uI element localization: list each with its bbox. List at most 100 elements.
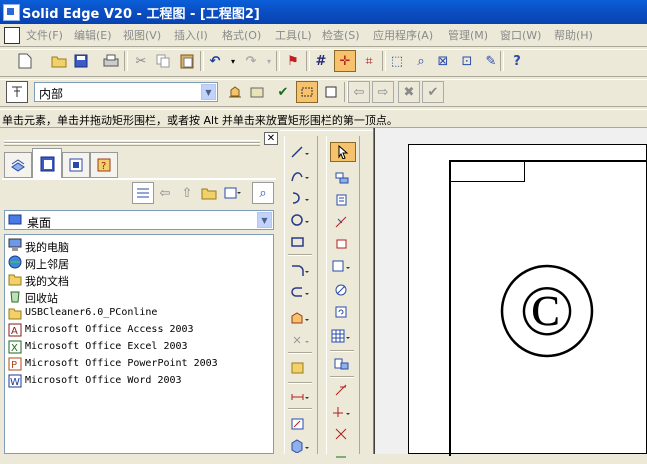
relationship-icon[interactable]: ⌗ xyxy=(358,50,380,72)
line-tool-icon[interactable] xyxy=(287,142,313,162)
menu-manage[interactable]: 管理(M) xyxy=(448,27,488,43)
rotate-tool-icon[interactable] xyxy=(329,302,355,322)
word-icon: W xyxy=(8,374,22,388)
rectangle-tool-icon[interactable] xyxy=(287,232,313,252)
select-overlap-icon[interactable] xyxy=(320,81,342,103)
menu-view[interactable]: 视图(V) xyxy=(123,27,161,43)
svg-text:A: A xyxy=(11,326,18,337)
table-tool-icon[interactable] xyxy=(329,326,355,346)
computer-icon xyxy=(8,238,22,252)
menu-insert[interactable]: 插入(I) xyxy=(174,27,208,43)
sheets-icon xyxy=(68,157,84,173)
document-icon[interactable] xyxy=(4,27,20,44)
dimension-tool-icon[interactable] xyxy=(287,386,313,406)
chevron-down-icon[interactable]: ▼ xyxy=(201,84,216,100)
open-icon[interactable] xyxy=(48,50,70,72)
hatch-tool-icon[interactable] xyxy=(287,358,313,378)
offset-tool-icon[interactable] xyxy=(287,282,313,302)
recycle-bin-icon xyxy=(8,289,22,303)
menu-help[interactable]: 帮助(H) xyxy=(554,27,593,43)
tab-layers[interactable] xyxy=(62,152,90,178)
weld-tool-icon[interactable] xyxy=(329,444,355,464)
trim-tool-icon[interactable] xyxy=(329,234,355,254)
select-tool-icon[interactable] xyxy=(330,142,356,162)
check-icon[interactable]: ✔ xyxy=(272,81,294,103)
views-menu-icon[interactable] xyxy=(222,182,244,204)
align-tool-icon[interactable] xyxy=(329,168,355,188)
tab-help[interactable]: ? xyxy=(90,152,118,178)
documents-icon xyxy=(8,272,22,286)
zoom-icon[interactable]: ⌕ xyxy=(410,50,432,72)
layer-combo[interactable]: 内部 ▼ xyxy=(34,82,218,102)
cut-icon[interactable]: ✂ xyxy=(130,50,152,72)
location-combo[interactable]: 桌面 ▼ xyxy=(4,210,274,230)
copyright-symbol: © xyxy=(499,263,595,359)
extend-tool-icon[interactable] xyxy=(329,256,355,276)
block-tool-icon[interactable] xyxy=(329,354,355,374)
tab-features[interactable] xyxy=(4,152,32,178)
text-tool-icon[interactable] xyxy=(287,414,313,434)
menu-applications[interactable]: 应用程序(A) xyxy=(373,27,433,43)
powerpoint-icon: P xyxy=(8,357,22,371)
relate-tool-icon[interactable] xyxy=(329,212,355,232)
prompt-text: 单击元素，单击并拖动矩形围栏，或者按 Alt 并单击来放置矩形围栏的第一顶点。 xyxy=(2,114,398,127)
back-icon[interactable]: ⇦ xyxy=(154,182,176,204)
menu-format[interactable]: 格式(O) xyxy=(222,27,261,43)
chevron-down-icon[interactable]: ▼ xyxy=(257,212,272,228)
flag-icon[interactable]: ⚑ xyxy=(282,50,304,72)
view-tool-icon[interactable] xyxy=(287,436,313,456)
view-list-icon[interactable] xyxy=(132,182,154,204)
paste-icon[interactable] xyxy=(176,50,198,72)
leader-tool-icon[interactable] xyxy=(329,380,355,400)
cancel-icon[interactable]: ✖ xyxy=(398,81,420,103)
show-layer-icon[interactable] xyxy=(246,81,268,103)
zoom-area-icon[interactable]: ⬚ xyxy=(386,50,408,72)
window-title: Solid Edge V20 - 工程图 - [工程图2] xyxy=(22,7,260,22)
pan-icon[interactable]: ⊡ xyxy=(456,50,478,72)
svg-text:W: W xyxy=(10,377,20,388)
save-icon[interactable] xyxy=(70,50,92,72)
layer-icon[interactable] xyxy=(6,81,28,103)
grid-icon[interactable]: # xyxy=(310,50,332,72)
location-value: 桌面 xyxy=(27,216,52,230)
menu-file[interactable]: 文件(F) xyxy=(26,27,63,43)
new-folder-icon[interactable] xyxy=(198,182,220,204)
drawing-sheet[interactable]: © xyxy=(408,144,647,456)
menu-inspect[interactable]: 检查(S) xyxy=(322,27,360,43)
next-icon[interactable]: ⇨ xyxy=(372,81,394,103)
search-icon[interactable]: ⌕ xyxy=(252,182,274,204)
accept-icon[interactable]: ✔ xyxy=(422,81,444,103)
curve-tool-icon[interactable] xyxy=(287,166,313,186)
close-icon[interactable]: ✕ xyxy=(264,132,278,145)
datum-tool-icon[interactable] xyxy=(329,424,355,444)
fill-tool-icon[interactable] xyxy=(287,308,313,328)
mirror-tool-icon[interactable] xyxy=(329,280,355,300)
layers-icon xyxy=(10,157,26,173)
measure-icon[interactable]: ✎ xyxy=(480,50,502,72)
menu-bar: 文件(F) 编辑(E) 视图(V) 插入(I) 格式(O) 工具(L) 检查(S… xyxy=(0,24,647,46)
menu-edit[interactable]: 编辑(E) xyxy=(74,27,112,43)
previous-icon[interactable]: ⇦ xyxy=(348,81,370,103)
folder-icon xyxy=(8,306,22,320)
new-icon[interactable] xyxy=(14,50,36,72)
menu-window[interactable]: 窗口(W) xyxy=(500,27,541,43)
fillet-tool-icon[interactable] xyxy=(287,260,313,280)
tab-library[interactable] xyxy=(32,148,62,178)
pattern-tool-icon[interactable] xyxy=(287,330,313,350)
arc-tool-icon[interactable] xyxy=(287,188,313,208)
print-icon[interactable] xyxy=(100,50,122,72)
group-tool-icon[interactable] xyxy=(329,190,355,210)
fit-icon[interactable]: ⊠ xyxy=(432,50,454,72)
smart-dimension-icon[interactable] xyxy=(329,402,355,422)
layer-combo-value: 内部 xyxy=(39,87,64,101)
select-rect-icon[interactable] xyxy=(296,81,318,103)
active-layer-icon[interactable] xyxy=(224,81,246,103)
menu-tools[interactable]: 工具(L) xyxy=(275,27,312,43)
draw-toolbar xyxy=(284,136,318,454)
intellisketch-icon[interactable]: ✛ xyxy=(334,50,356,72)
copy-icon[interactable] xyxy=(152,50,174,72)
circle-tool-icon[interactable] xyxy=(287,210,313,230)
whats-this-help-icon[interactable]: ? xyxy=(506,50,528,72)
select-toolbar xyxy=(326,136,360,458)
up-folder-icon[interactable]: ⇧ xyxy=(176,182,198,204)
